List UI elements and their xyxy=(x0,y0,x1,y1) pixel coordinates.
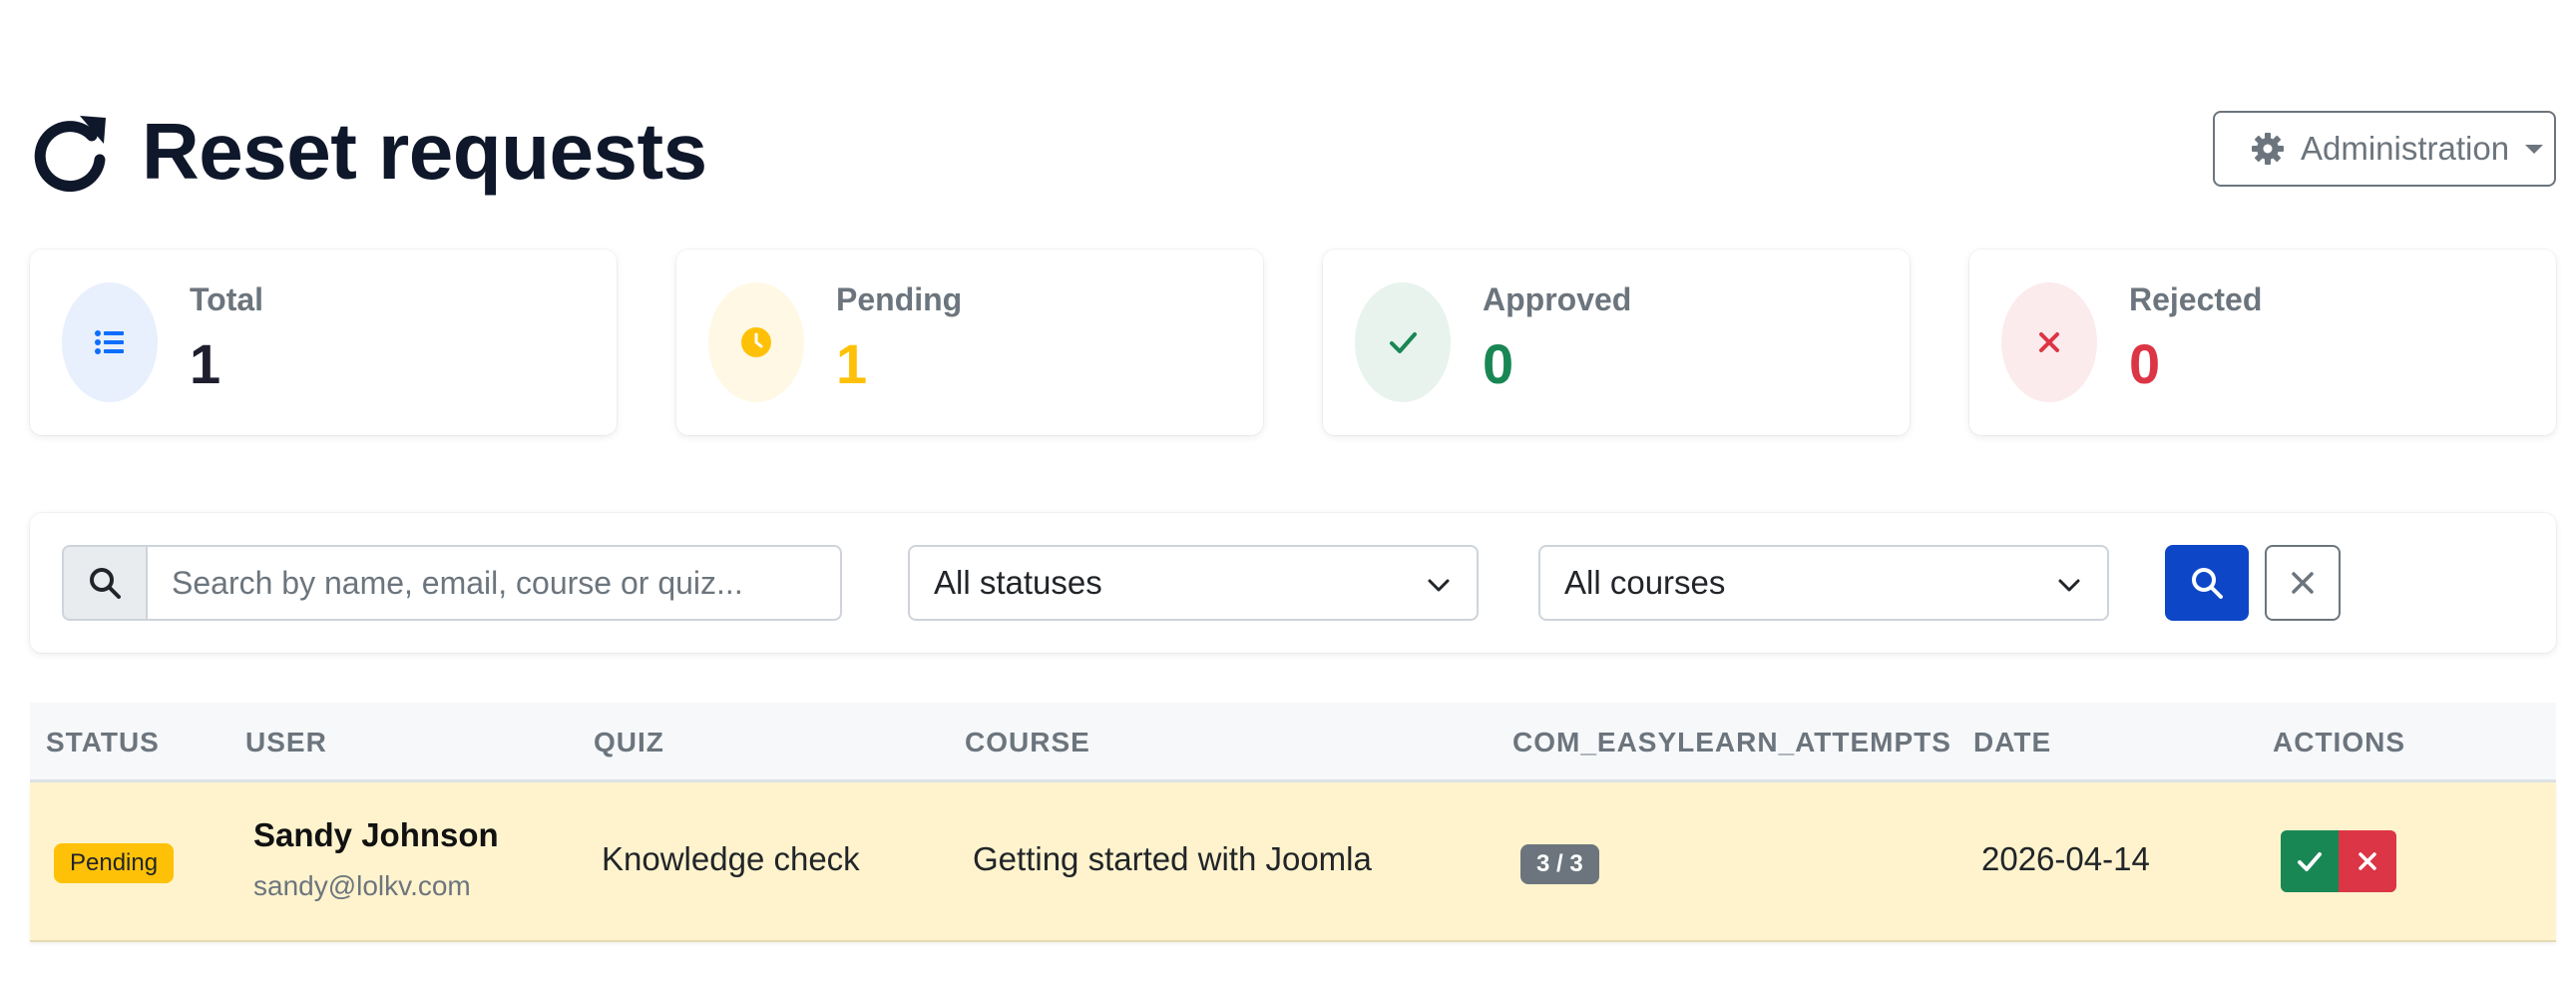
stat-label: Approved xyxy=(1483,281,1632,317)
column-header-status[interactable]: STATUS xyxy=(46,703,160,782)
chevron-down-icon xyxy=(1428,579,1450,592)
stat-label: Rejected xyxy=(2129,281,2263,317)
status-select-value: All statuses xyxy=(934,564,1102,601)
course-select[interactable]: All courses xyxy=(1538,545,2109,621)
check-icon xyxy=(1390,332,1417,353)
gear-icon xyxy=(2252,133,2284,165)
stat-label: Total xyxy=(190,281,264,317)
x-icon xyxy=(2359,852,2376,870)
clear-filters-button[interactable] xyxy=(2265,545,2341,621)
page-header: Reset requests Administration xyxy=(30,108,2556,196)
stats-row: Total 1 Pending 1 Approved 0 Rejected 0 xyxy=(30,250,2556,435)
column-header-actions: ACTIONS xyxy=(2273,727,2405,757)
stat-badge xyxy=(708,282,804,402)
stat-value: 0 xyxy=(1483,332,1514,395)
request-date: 2026-04-14 xyxy=(1981,840,2150,877)
stat-card-approved: Approved 0 xyxy=(1323,250,1910,435)
search-group xyxy=(62,545,842,621)
status-select[interactable]: All statuses xyxy=(908,545,1479,621)
list-icon xyxy=(95,330,124,354)
column-header-user[interactable]: USER xyxy=(245,703,327,782)
stat-card-total: Total 1 xyxy=(30,250,617,435)
reject-button[interactable] xyxy=(2339,830,2396,892)
check-icon xyxy=(2298,852,2322,871)
stat-badge xyxy=(1355,282,1451,402)
column-header-course[interactable]: COURSE xyxy=(965,703,1090,782)
requests-table: STATUS USER QUIZ COURSE COM_EASYLEARN_AT… xyxy=(30,703,2556,942)
column-header-attempts[interactable]: COM_EASYLEARN_ATTEMPTS xyxy=(1512,703,1951,782)
search-button[interactable] xyxy=(2165,545,2249,621)
course-select-value: All courses xyxy=(1564,564,1726,601)
stat-badge xyxy=(2001,282,2097,402)
attempts-badge: 3 / 3 xyxy=(1520,844,1599,884)
chevron-down-icon xyxy=(2058,579,2080,592)
search-icon xyxy=(2192,568,2223,599)
user-name: Sandy Johnson xyxy=(253,816,499,853)
approve-button[interactable] xyxy=(2281,830,2339,892)
search-input[interactable] xyxy=(146,545,842,621)
status-badge: Pending xyxy=(54,843,175,883)
refresh-icon xyxy=(34,116,106,193)
quiz-name: Knowledge check xyxy=(602,840,860,877)
stat-value: 0 xyxy=(2129,332,2161,395)
clock-icon xyxy=(741,327,771,357)
user-email: sandy@lolkv.com xyxy=(253,870,471,901)
search-addon xyxy=(62,545,146,621)
column-header-date[interactable]: DATE xyxy=(1973,703,2051,782)
search-icon xyxy=(90,568,121,599)
stat-value: 1 xyxy=(836,332,868,395)
caret-down-icon xyxy=(2525,144,2544,154)
column-header-quiz[interactable]: QUIZ xyxy=(594,703,664,782)
filter-bar: All statuses All courses xyxy=(30,513,2556,653)
table-row: Pending Sandy Johnson sandy@lolkv.com Kn… xyxy=(30,782,2556,942)
table-header: STATUS USER QUIZ COURSE COM_EASYLEARN_AT… xyxy=(30,703,2556,782)
x-icon xyxy=(2039,332,2059,352)
page-title: Reset requests xyxy=(142,107,707,196)
stat-value: 1 xyxy=(190,332,221,395)
close-icon xyxy=(2292,572,2314,594)
administration-label: Administration xyxy=(2301,130,2510,167)
stat-badge xyxy=(62,282,158,402)
administration-dropdown-button[interactable]: Administration xyxy=(2213,111,2556,187)
course-name: Getting started with Joomla xyxy=(973,840,1372,877)
stat-card-pending: Pending 1 xyxy=(676,250,1263,435)
stat-label: Pending xyxy=(836,281,963,317)
stat-card-rejected: Rejected 0 xyxy=(1969,250,2556,435)
row-actions xyxy=(2281,830,2396,892)
